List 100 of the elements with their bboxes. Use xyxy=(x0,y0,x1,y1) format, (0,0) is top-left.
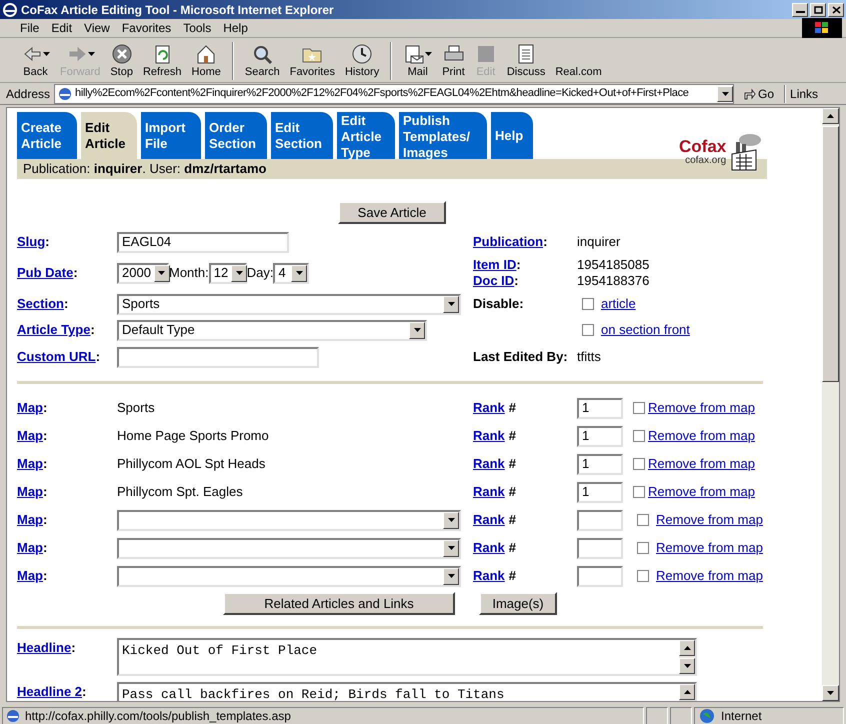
rank-link[interactable]: Rank xyxy=(473,484,505,500)
option-link[interactable]: on section front xyxy=(601,320,690,340)
headline-textarea[interactable]: Kicked Out of First Place xyxy=(117,638,697,676)
toolbar-button[interactable]: History xyxy=(340,42,384,80)
remove-from-map-link[interactable]: Remove from map xyxy=(656,538,763,558)
rank-field[interactable] xyxy=(577,566,623,586)
map-dropdown[interactable] xyxy=(117,510,461,530)
tab[interactable]: Order Section xyxy=(205,112,267,159)
map-link[interactable]: Map xyxy=(17,400,43,416)
field-link[interactable]: Custom URL xyxy=(17,349,96,364)
tab[interactable]: Import File xyxy=(141,112,201,159)
scroll-down-button[interactable] xyxy=(679,658,695,674)
toolbar-button[interactable]: Favorites xyxy=(284,42,340,80)
field-link[interactable]: Section xyxy=(17,296,64,312)
checkbox[interactable] xyxy=(582,324,594,336)
toolbar-button[interactable]: Back xyxy=(16,42,55,80)
checkbox[interactable] xyxy=(633,486,645,498)
dropdown-button[interactable] xyxy=(717,86,734,102)
links-button[interactable]: Links xyxy=(790,84,818,102)
map-link[interactable]: Map xyxy=(17,568,43,584)
rank-link[interactable]: Rank xyxy=(473,400,505,416)
headline-link[interactable]: Headline 2 xyxy=(17,684,82,699)
maximize-button[interactable] xyxy=(810,2,826,16)
remove-from-map-link[interactable]: Remove from map xyxy=(648,454,755,474)
map-link[interactable]: Map xyxy=(17,540,43,556)
toolbar-button[interactable]: Print xyxy=(437,42,470,80)
slug-field[interactable]: EAGL04 xyxy=(117,232,289,252)
rank-field[interactable]: 1 xyxy=(577,398,623,418)
remove-from-map-link[interactable]: Remove from map xyxy=(656,510,763,530)
rank-field[interactable]: 1 xyxy=(577,454,623,474)
field-link[interactable]: Publication xyxy=(473,234,544,250)
scroll-up-button[interactable] xyxy=(822,108,839,124)
scrollbar[interactable] xyxy=(822,108,839,701)
article-type-dropdown[interactable]: Default Type xyxy=(117,320,427,340)
tab[interactable]: Publish Templates/ Images xyxy=(399,112,487,159)
toolbar-button[interactable]: Mail xyxy=(398,42,438,80)
rank-field[interactable] xyxy=(577,538,623,558)
go-button[interactable]: Go xyxy=(742,84,774,102)
toolbar-button[interactable]: Search xyxy=(240,42,285,80)
remove-from-map-link[interactable]: Remove from map xyxy=(648,426,755,446)
checkbox[interactable] xyxy=(582,298,594,310)
toolbar-button[interactable]: Refresh xyxy=(138,42,187,80)
month-dropdown[interactable]: 12 xyxy=(208,262,247,284)
map-dropdown[interactable] xyxy=(117,566,461,586)
scroll-up-button[interactable] xyxy=(679,684,695,700)
rank-link[interactable]: Rank xyxy=(473,540,505,556)
checkbox[interactable] xyxy=(633,402,645,414)
headline-link[interactable]: Headline xyxy=(17,640,72,655)
minimize-button[interactable] xyxy=(792,2,808,16)
checkbox[interactable] xyxy=(633,430,645,442)
rank-link[interactable]: Rank xyxy=(473,512,505,528)
rank-field[interactable]: 1 xyxy=(577,482,623,502)
map-link[interactable]: Map xyxy=(17,428,43,444)
tab[interactable]: Create Article xyxy=(17,112,77,159)
remove-from-map-link[interactable]: Remove from map xyxy=(648,398,755,418)
menu-item[interactable]: Tools xyxy=(177,19,218,37)
map-link[interactable]: Map xyxy=(17,456,43,472)
menu-item[interactable]: Favorites xyxy=(116,19,178,37)
rank-field[interactable]: 1 xyxy=(577,426,623,446)
map-dropdown[interactable] xyxy=(117,538,461,558)
remove-from-map-link[interactable]: Remove from map xyxy=(656,566,763,586)
tab[interactable]: Edit Section xyxy=(271,112,333,159)
menu-item[interactable]: Help xyxy=(217,19,254,37)
year-dropdown[interactable]: 2000 xyxy=(117,262,169,284)
menu-item[interactable]: View xyxy=(78,19,116,37)
field-link[interactable]: Item ID xyxy=(473,257,516,272)
scroll-up-button[interactable] xyxy=(679,640,695,656)
menu-item[interactable]: File xyxy=(14,19,46,37)
day-dropdown[interactable]: 4 xyxy=(273,262,310,284)
rank-field[interactable] xyxy=(577,510,623,530)
save-article-button[interactable]: Save Article xyxy=(338,201,446,224)
toolbar-button[interactable]: Discuss xyxy=(502,42,550,80)
field-link[interactable]: Doc ID xyxy=(473,273,514,288)
scrollbar-thumb[interactable] xyxy=(822,126,839,382)
checkbox[interactable] xyxy=(637,570,649,582)
remove-from-map-link[interactable]: Remove from map xyxy=(648,482,755,502)
checkbox[interactable] xyxy=(637,542,649,554)
close-button[interactable] xyxy=(828,2,844,16)
tab[interactable]: Edit Article xyxy=(81,112,137,159)
menu-item[interactable]: Edit xyxy=(45,19,78,37)
scroll-down-button[interactable] xyxy=(822,685,839,701)
tab[interactable]: Help xyxy=(491,112,533,159)
headline-textarea[interactable]: Pass call backfires on Reid; Birds fall to Titans xyxy=(117,682,697,701)
map-link[interactable]: Map xyxy=(17,512,43,528)
tab[interactable]: Edit Article Type xyxy=(337,112,395,159)
toolbar-button[interactable]: Stop xyxy=(105,42,138,80)
custom-url-field[interactable] xyxy=(117,346,319,368)
checkbox[interactable] xyxy=(637,514,649,526)
map-link[interactable]: Map xyxy=(17,484,43,500)
field-link[interactable]: Slug xyxy=(17,234,46,250)
field-link[interactable]: Pub Date xyxy=(17,265,74,280)
images-button[interactable]: Image(s) xyxy=(479,592,557,615)
address-field[interactable]: hilly%2Ecom%2Fcontent%2Finquirer%2F2000%2F12%2F04%2Fsports%2FEAGL04%2Ehtm&headline=Kicked+Out+of+First+Place xyxy=(54,84,734,104)
field-link[interactable]: Article Type xyxy=(17,322,90,338)
section-dropdown[interactable]: Sports xyxy=(117,294,461,314)
rank-link[interactable]: Rank xyxy=(473,568,505,584)
toolbar-button[interactable]: Home xyxy=(186,42,226,80)
checkbox[interactable] xyxy=(633,458,645,470)
rank-link[interactable]: Rank xyxy=(473,456,505,472)
option-link[interactable]: article xyxy=(601,294,636,314)
